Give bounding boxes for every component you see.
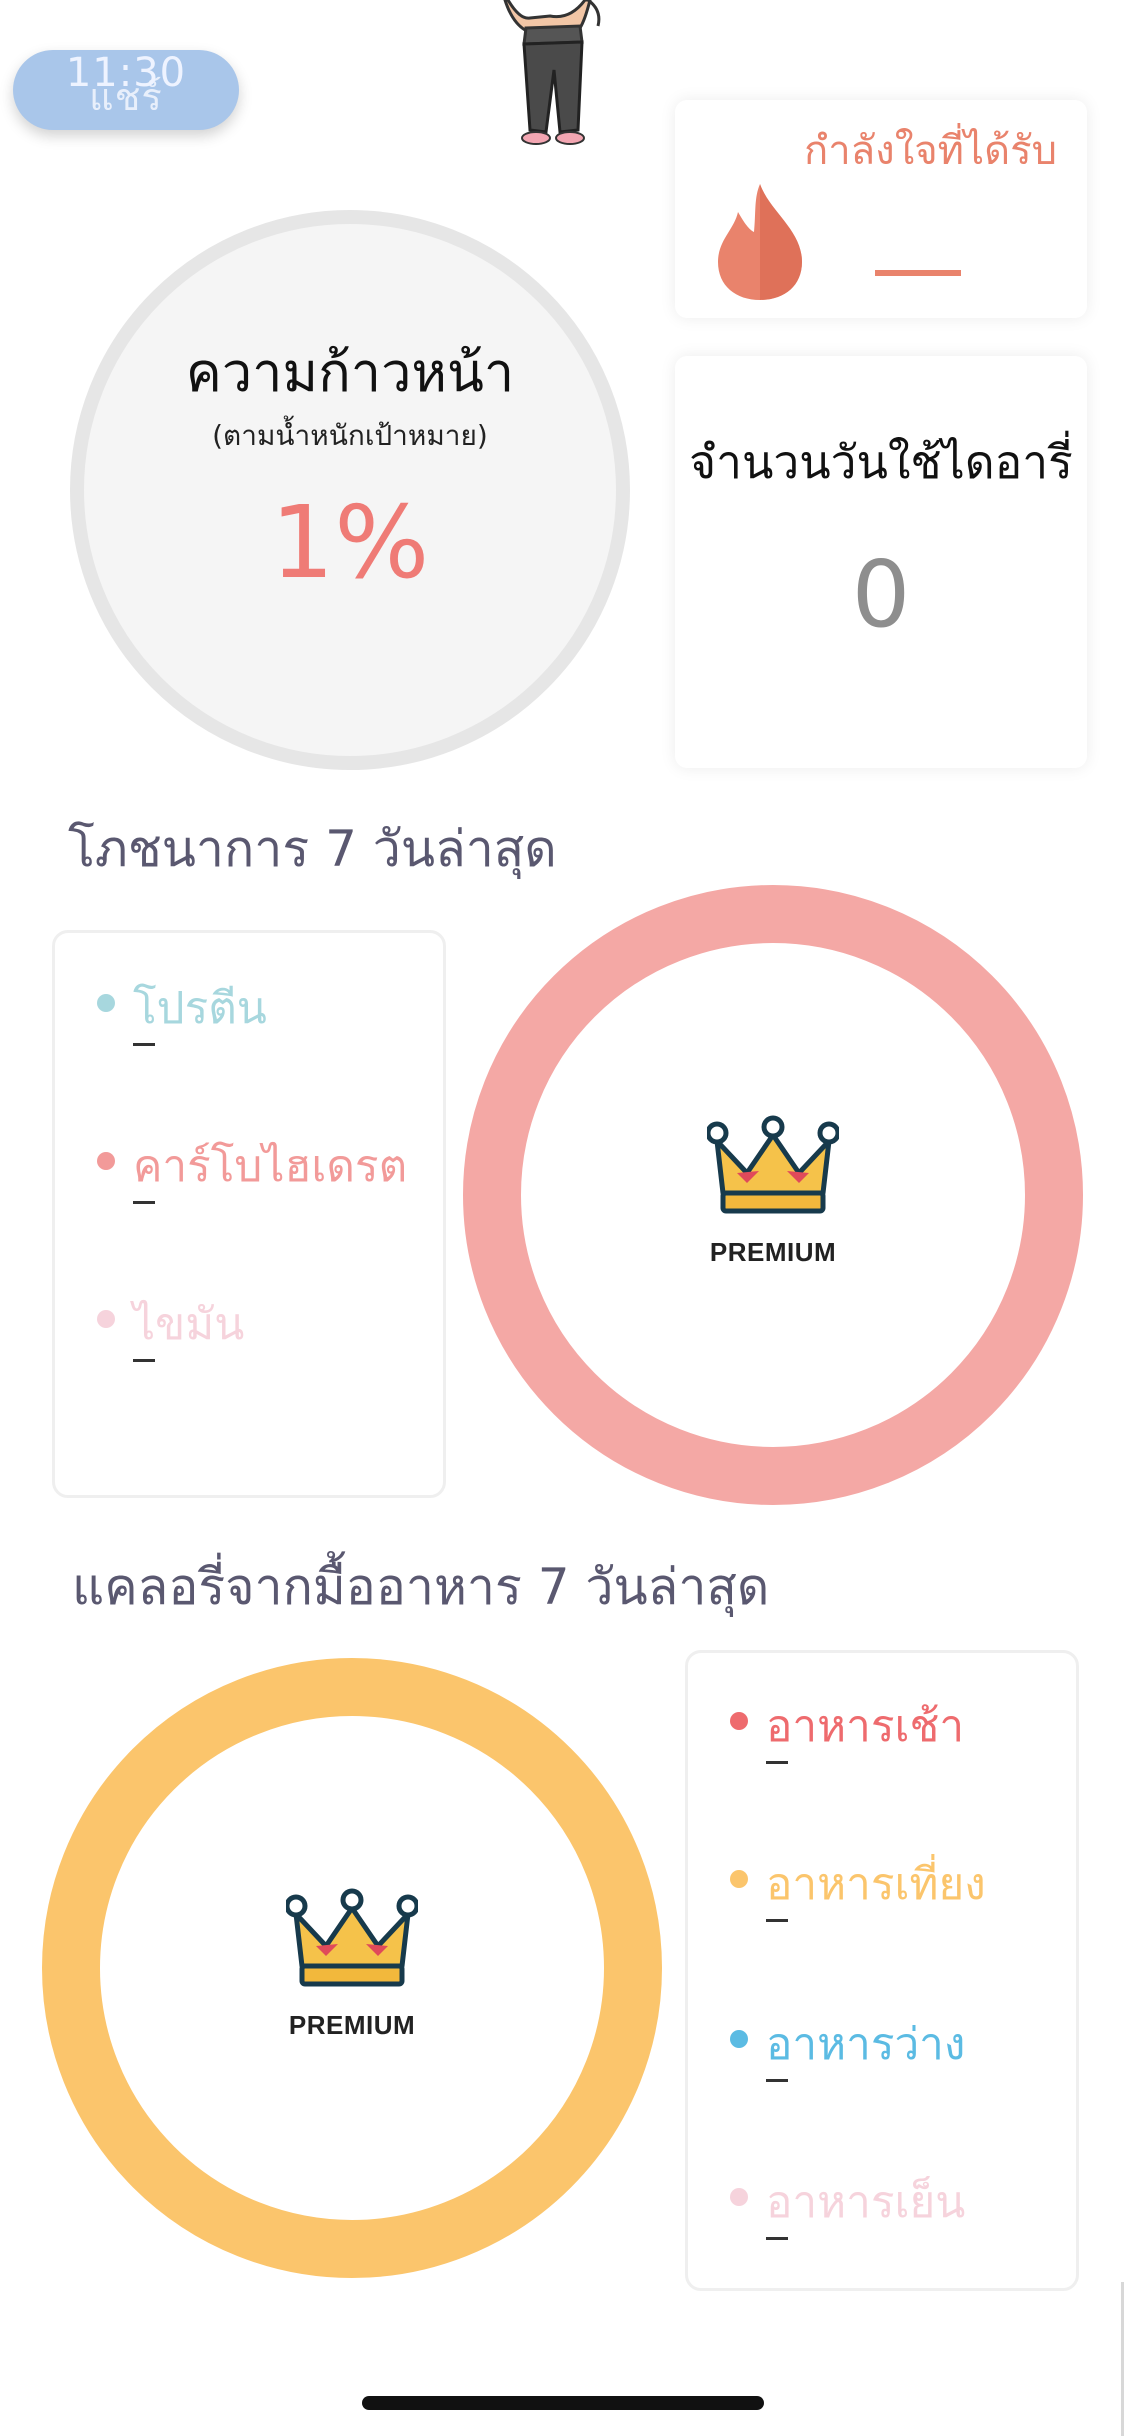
share-button[interactable]: แชร์ 11:30 xyxy=(13,50,239,130)
legend-label: คาร์โบไฮเดรต xyxy=(133,1141,408,1192)
cartoon-figure-image xyxy=(490,0,620,150)
legend-dot xyxy=(730,2030,748,2048)
meal-calories-donut-chart[interactable]: PREMIUM xyxy=(42,1658,662,2278)
progress-circle: ความก้าวหน้า (ตามน้ำหนักเป้าหมาย) 1% xyxy=(70,210,630,770)
legend-dot xyxy=(97,994,115,1012)
encouragement-card: กำลังใจที่ได้รับ xyxy=(675,100,1087,318)
legend-dot xyxy=(730,1870,748,1888)
legend-value xyxy=(766,1761,788,1764)
edge-divider xyxy=(1121,2282,1124,2436)
encouragement-value xyxy=(875,270,961,276)
legend-value xyxy=(766,2079,788,2082)
flame-icon xyxy=(710,182,810,306)
progress-subtitle: (ตามน้ำหนักเป้าหมาย) xyxy=(212,419,488,452)
legend-value xyxy=(133,1359,155,1362)
diary-days-card: จำนวนวันใช้ไดอารี่ 0 xyxy=(675,356,1087,768)
legend-value xyxy=(766,1919,788,1922)
crown-icon xyxy=(705,1113,841,1227)
legend-label: อาหารว่าง xyxy=(766,2019,966,2070)
nutrition-legend: โปรตีน คาร์โบไฮเดรต ไขมัน xyxy=(52,930,446,1498)
legend-label: โปรตีน xyxy=(133,983,267,1034)
legend-value xyxy=(766,2237,788,2240)
home-indicator[interactable] xyxy=(362,2396,764,2410)
nutrition-heading: โภชนาการ 7 วันล่าสุด xyxy=(68,820,557,878)
legend-label: อาหารเย็น xyxy=(766,2177,966,2228)
progress-value: 1% xyxy=(270,484,430,601)
status-time: 11:30 xyxy=(65,50,187,96)
legend-label: ไขมัน xyxy=(133,1299,245,1350)
meal-calories-heading: แคลอรี่จากมื้ออาหาร 7 วันล่าสุด xyxy=(72,1558,770,1616)
premium-label: PREMIUM xyxy=(709,1237,837,1267)
legend-dot xyxy=(97,1310,115,1328)
diary-days-title: จำนวนวันใช้ไดอารี่ xyxy=(689,435,1073,489)
legend-label: อาหารเช้า xyxy=(766,1701,965,1752)
legend-label: อาหารเที่ยง xyxy=(766,1859,986,1910)
legend-dot xyxy=(97,1152,115,1170)
progress-title: ความก้าวหน้า xyxy=(185,341,515,404)
encouragement-title: กำลังใจที่ได้รับ xyxy=(803,128,1057,174)
premium-label: PREMIUM xyxy=(288,2010,416,2040)
meals-legend: อาหารเช้า อาหารเที่ยง อาหารว่าง อาหารเย็… xyxy=(685,1650,1079,2291)
nutrition-donut-chart[interactable]: PREMIUM xyxy=(463,885,1083,1505)
legend-value xyxy=(133,1201,155,1204)
crown-icon xyxy=(284,1886,420,2000)
legend-dot xyxy=(730,1712,748,1730)
legend-value xyxy=(133,1043,155,1046)
diary-days-value: 0 xyxy=(851,541,911,648)
legend-dot xyxy=(730,2188,748,2206)
